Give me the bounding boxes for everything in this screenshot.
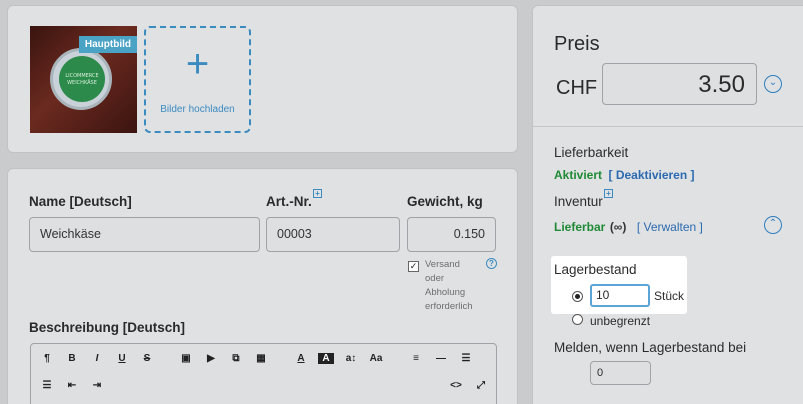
shipping-line-2: oder <box>425 273 445 284</box>
unlimited-radio[interactable] <box>572 314 583 325</box>
deactivate-link[interactable]: [ Deaktivieren ] <box>608 168 694 182</box>
align-icon[interactable]: ≡ <box>408 353 424 364</box>
manage-inventory-link[interactable]: [ Verwalten ] <box>637 220 703 234</box>
product-form: Name [Deutsch] Weichkäse Art.-Nr. + 0000… <box>7 168 518 404</box>
help-icon[interactable]: ? <box>486 258 497 269</box>
shipping-required-label: Versand oder Abholung erforderlich <box>425 258 473 314</box>
divider <box>533 126 803 127</box>
font-size-icon[interactable]: a↕ <box>343 353 359 364</box>
name-input[interactable]: Weichkäse <box>29 217 260 252</box>
background-color-icon[interactable]: A <box>318 353 334 364</box>
price-panel: Preis CHF 3.50 ⌄ Lieferbarkeit Aktiviert… <box>532 5 803 404</box>
sku-input[interactable]: 00003 <box>266 217 400 252</box>
shipping-line-3: Abholung <box>425 287 466 298</box>
shipping-line-4: erforderlich <box>425 301 473 312</box>
italic-icon[interactable]: I <box>89 353 105 364</box>
indent-icon[interactable]: ⇥ <box>89 380 105 391</box>
fullscreen-icon[interactable]: ⤢ <box>473 380 489 391</box>
sku-label: Art.-Nr. <box>266 194 312 209</box>
outdent-icon[interactable]: ⇤ <box>64 380 80 391</box>
inventory-label: Inventur <box>554 194 603 209</box>
inventory-status: Lieferbar <box>554 220 606 234</box>
notify-label: Melden, wenn Lagerbestand bei <box>554 340 747 355</box>
underline-icon[interactable]: U <box>114 353 130 364</box>
upload-images-button[interactable]: + Bilder hochladen <box>144 26 251 133</box>
unordered-list-icon[interactable]: ☰ <box>458 353 474 364</box>
weight-input[interactable]: 0.150 <box>407 217 496 252</box>
add-sku-icon[interactable]: + <box>313 189 322 198</box>
plus-icon: + <box>185 42 210 86</box>
price-input[interactable]: 3.50 <box>602 63 757 105</box>
inventory-chevron-up-icon[interactable]: ⌃ <box>764 216 782 234</box>
add-inventory-icon[interactable]: + <box>604 189 613 198</box>
availability-status: Aktiviert <box>554 168 603 182</box>
description-editor[interactable]: ¶ B I U S ▣ ▶ ⧉ ▦ A A a↕ Aa ≡ — ☰ ☰ ⇤ ⇥ … <box>30 343 497 404</box>
inventory-infinity: (∞) <box>609 220 627 234</box>
availability-label: Lieferbarkeit <box>554 145 629 160</box>
description-label: Beschreibung [Deutsch] <box>29 320 186 335</box>
table-icon[interactable]: ▦ <box>253 353 269 364</box>
notify-threshold-input[interactable]: 0 <box>590 361 651 385</box>
image-icon[interactable]: ▣ <box>178 353 194 364</box>
text-color-icon[interactable]: A <box>293 353 309 364</box>
inventory-row: Lieferbar (∞) [ Verwalten ] <box>554 218 703 236</box>
paragraph-icon[interactable]: ¶ <box>39 353 55 364</box>
code-view-icon[interactable]: <> <box>448 380 464 391</box>
price-chevron-down-icon[interactable]: ⌄ <box>764 75 782 93</box>
name-label: Name [Deutsch] <box>29 194 132 209</box>
stock-quantity-input[interactable]: 10 <box>590 284 650 307</box>
main-product-image[interactable]: LICOMMERCE WEICHKÄSE Hauptbild <box>30 26 137 133</box>
stock-quantity-radio[interactable] <box>572 291 583 302</box>
price-title: Preis <box>554 33 600 55</box>
currency-label: CHF <box>556 77 598 99</box>
link-icon[interactable]: ⧉ <box>228 353 244 364</box>
unlimited-label: unbegrenzt <box>590 314 651 328</box>
weight-label: Gewicht, kg <box>407 194 483 209</box>
upload-images-label: Bilder hochladen <box>160 104 235 115</box>
font-case-icon[interactable]: Aa <box>368 353 384 364</box>
images-panel: LICOMMERCE WEICHKÄSE Hauptbild + Bilder … <box>7 5 518 153</box>
shipping-required-checkbox[interactable]: ✓ <box>408 261 419 272</box>
ordered-list-icon[interactable]: ☰ <box>39 380 55 391</box>
stock-unit-label: Stück <box>654 289 685 303</box>
cheese-tin-label: LICOMMERCE WEICHKÄSE <box>59 56 105 102</box>
bold-icon[interactable]: B <box>64 353 80 364</box>
horizontal-rule-icon[interactable]: — <box>433 353 449 364</box>
main-image-badge: Hauptbild <box>78 36 137 53</box>
availability-row: Aktiviert [ Deaktivieren ] <box>554 166 695 184</box>
shipping-line-1: Versand <box>425 259 460 270</box>
strikethrough-icon[interactable]: S <box>139 353 155 364</box>
stock-label: Lagerbestand <box>554 262 637 277</box>
video-icon[interactable]: ▶ <box>203 353 219 364</box>
